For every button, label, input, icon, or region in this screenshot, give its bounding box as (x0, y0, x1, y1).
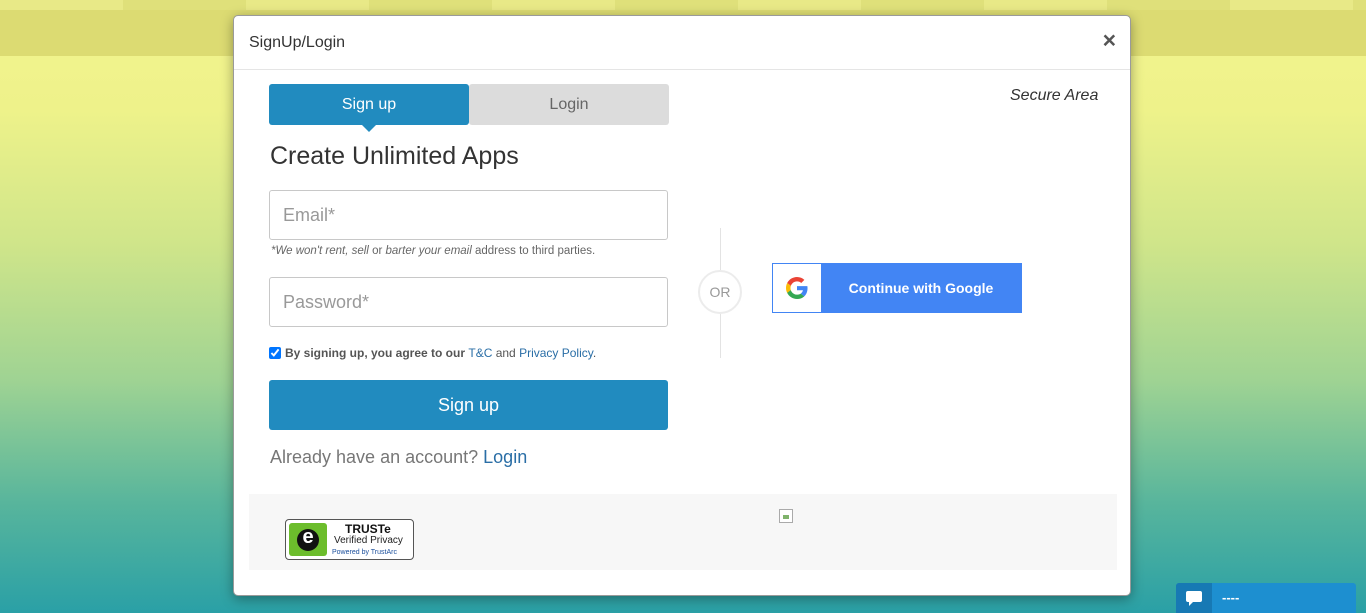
google-button-label: Continue with Google (848, 280, 994, 296)
signup-button[interactable]: Sign up (269, 380, 668, 430)
chat-bubble-icon (1186, 591, 1202, 606)
continue-with-google-button[interactable]: Continue with Google (772, 263, 1022, 313)
close-icon[interactable]: × (1103, 29, 1116, 52)
truste-powered: Powered by TrustArc (332, 549, 397, 556)
terms-checkbox[interactable] (269, 347, 281, 359)
auth-tabs: Sign up Login (269, 84, 669, 132)
modal-header: SignUp/Login × (234, 16, 1130, 70)
note-suffix: address to third parties. (471, 245, 596, 257)
chat-widget[interactable]: ---- (1176, 583, 1356, 613)
email-field[interactable] (269, 190, 668, 240)
email-privacy-note: *We won't rent, sell or barter your emai… (271, 245, 595, 257)
google-icon (786, 277, 808, 299)
note-sell: sell (351, 245, 369, 257)
chat-label: ---- (1222, 590, 1240, 605)
modal-title: SignUp/Login (249, 34, 346, 51)
tab-signup[interactable]: Sign up (269, 84, 469, 132)
terms-agreement: By signing up, you agree to our T&C and … (269, 346, 596, 360)
footer-badges: TRUSTe Verified Privacy Powered by Trust… (249, 494, 1117, 570)
google-icon-box (773, 264, 821, 312)
form-heading: Create Unlimited Apps (270, 142, 519, 170)
truste-subtitle: Verified Privacy (334, 535, 403, 546)
truste-title: TRUSTe (345, 522, 391, 536)
already-account: Already have an account? Login (270, 447, 527, 468)
chat-icon-box (1176, 583, 1212, 613)
terms-end: . (592, 346, 597, 360)
privacy-policy-link[interactable]: Privacy Policy (519, 346, 593, 360)
broken-image-icon (779, 509, 793, 523)
terms-and: and (492, 346, 520, 360)
login-link[interactable]: Login (483, 447, 527, 467)
password-field[interactable] (269, 277, 668, 327)
tab-login[interactable]: Login (469, 84, 669, 125)
background-strip (0, 0, 1366, 10)
note-barter: barter your email (385, 245, 472, 257)
truste-logo-icon (289, 523, 327, 556)
signup-login-modal: SignUp/Login × Secure Area Sign up Login… (233, 15, 1131, 596)
secure-area-label: Secure Area (1010, 87, 1099, 104)
truste-e-mark (297, 526, 319, 551)
truste-badge[interactable]: TRUSTe Verified Privacy Powered by Trust… (285, 519, 414, 560)
terms-text: By signing up, you agree to our (285, 346, 469, 360)
already-text: Already have an account? (270, 447, 484, 467)
tc-link[interactable]: T&C (468, 346, 492, 360)
or-divider: OR (698, 270, 742, 314)
note-prefix: *We won't rent, (271, 245, 352, 257)
note-or: or (368, 245, 386, 257)
